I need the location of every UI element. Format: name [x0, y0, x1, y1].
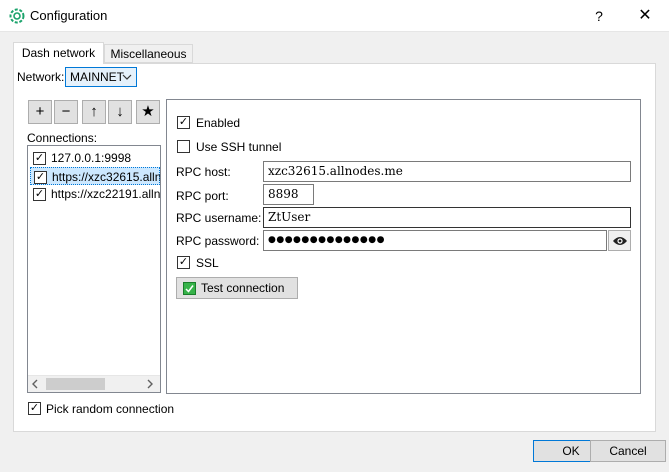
ssh-tunnel-checkbox[interactable] — [177, 140, 190, 153]
rpc-port-input[interactable]: 8898 — [263, 184, 314, 205]
pick-random-checkbox[interactable]: ✓ — [28, 402, 41, 415]
close-button[interactable]: ✕ — [629, 4, 661, 28]
scroll-left-icon[interactable] — [31, 377, 39, 394]
rpc-port-label: RPC port: — [176, 189, 229, 203]
rpc-host-label: RPC host: — [176, 165, 231, 179]
chevron-down-icon — [122, 68, 132, 93]
connections-list[interactable]: ✓ 127.0.0.1:9998 ✓ https://xzc32615.alln… — [27, 145, 161, 393]
test-connection-label: Test connection — [201, 281, 285, 295]
rpc-password-input[interactable]: ●●●●●●●●●●●●●● — [263, 230, 607, 251]
test-connection-button[interactable]: Test connection — [176, 277, 298, 299]
rpc-username-input[interactable]: ZtUser — [263, 207, 631, 228]
enabled-checkbox[interactable]: ✓ — [177, 116, 190, 129]
connection-checkbox[interactable]: ✓ — [33, 152, 46, 165]
connection-checkbox[interactable]: ✓ — [33, 188, 46, 201]
rpc-host-input[interactable]: xzc32615.allnodes.me — [263, 161, 631, 182]
enabled-label: Enabled — [196, 116, 241, 130]
ssh-tunnel-label: Use SSH tunnel — [196, 140, 282, 154]
green-check-icon — [183, 282, 196, 295]
scrollbar-thumb[interactable] — [46, 378, 105, 390]
connection-details-panel: ✓ Enabled Use SSH tunnel RPC host: xzc32… — [166, 99, 641, 394]
network-label: Network: — [17, 70, 65, 84]
network-select[interactable]: MAINNET — [65, 67, 137, 87]
connection-text: https://xzc22191.allnodes.me — [51, 187, 161, 201]
window-title: Configuration — [30, 8, 108, 23]
ssl-checkbox[interactable]: ✓ — [177, 256, 190, 269]
rpc-username-label: RPC username: — [176, 211, 262, 225]
connection-text: https://xzc32615.allnodes.me — [52, 170, 161, 184]
remove-connection-button[interactable]: − — [54, 100, 78, 124]
network-value: MAINNET — [70, 70, 124, 84]
horizontal-scrollbar[interactable] — [28, 375, 160, 392]
list-item-selected[interactable]: ✓ https://xzc32615.allnodes.me — [30, 167, 160, 185]
help-button[interactable]: ? — [584, 4, 614, 28]
rpc-password-label: RPC password: — [176, 234, 260, 248]
list-item[interactable]: ✓ https://xzc22191.allnodes.me — [30, 185, 160, 203]
show-password-button[interactable] — [608, 230, 631, 251]
cancel-button[interactable]: Cancel — [590, 440, 666, 462]
set-default-star-button[interactable]: ★ — [136, 100, 160, 124]
connections-label: Connections: — [27, 131, 98, 145]
add-connection-button[interactable]: + — [28, 100, 52, 124]
tab-dash-network[interactable]: Dash network — [13, 42, 104, 64]
ssl-label: SSL — [196, 256, 219, 270]
connection-text: 127.0.0.1:9998 — [51, 151, 132, 165]
move-down-button[interactable]: ↓ — [108, 100, 132, 124]
move-up-button[interactable]: ↑ — [82, 100, 106, 124]
eye-icon — [612, 235, 628, 250]
app-gear-icon — [9, 8, 25, 24]
tab-miscellaneous[interactable]: Miscellaneous — [104, 44, 193, 63]
pick-random-label: Pick random connection — [46, 402, 175, 416]
scroll-right-icon[interactable] — [146, 377, 154, 394]
connection-checkbox[interactable]: ✓ — [34, 171, 47, 184]
list-item[interactable]: ✓ 127.0.0.1:9998 — [30, 149, 160, 167]
